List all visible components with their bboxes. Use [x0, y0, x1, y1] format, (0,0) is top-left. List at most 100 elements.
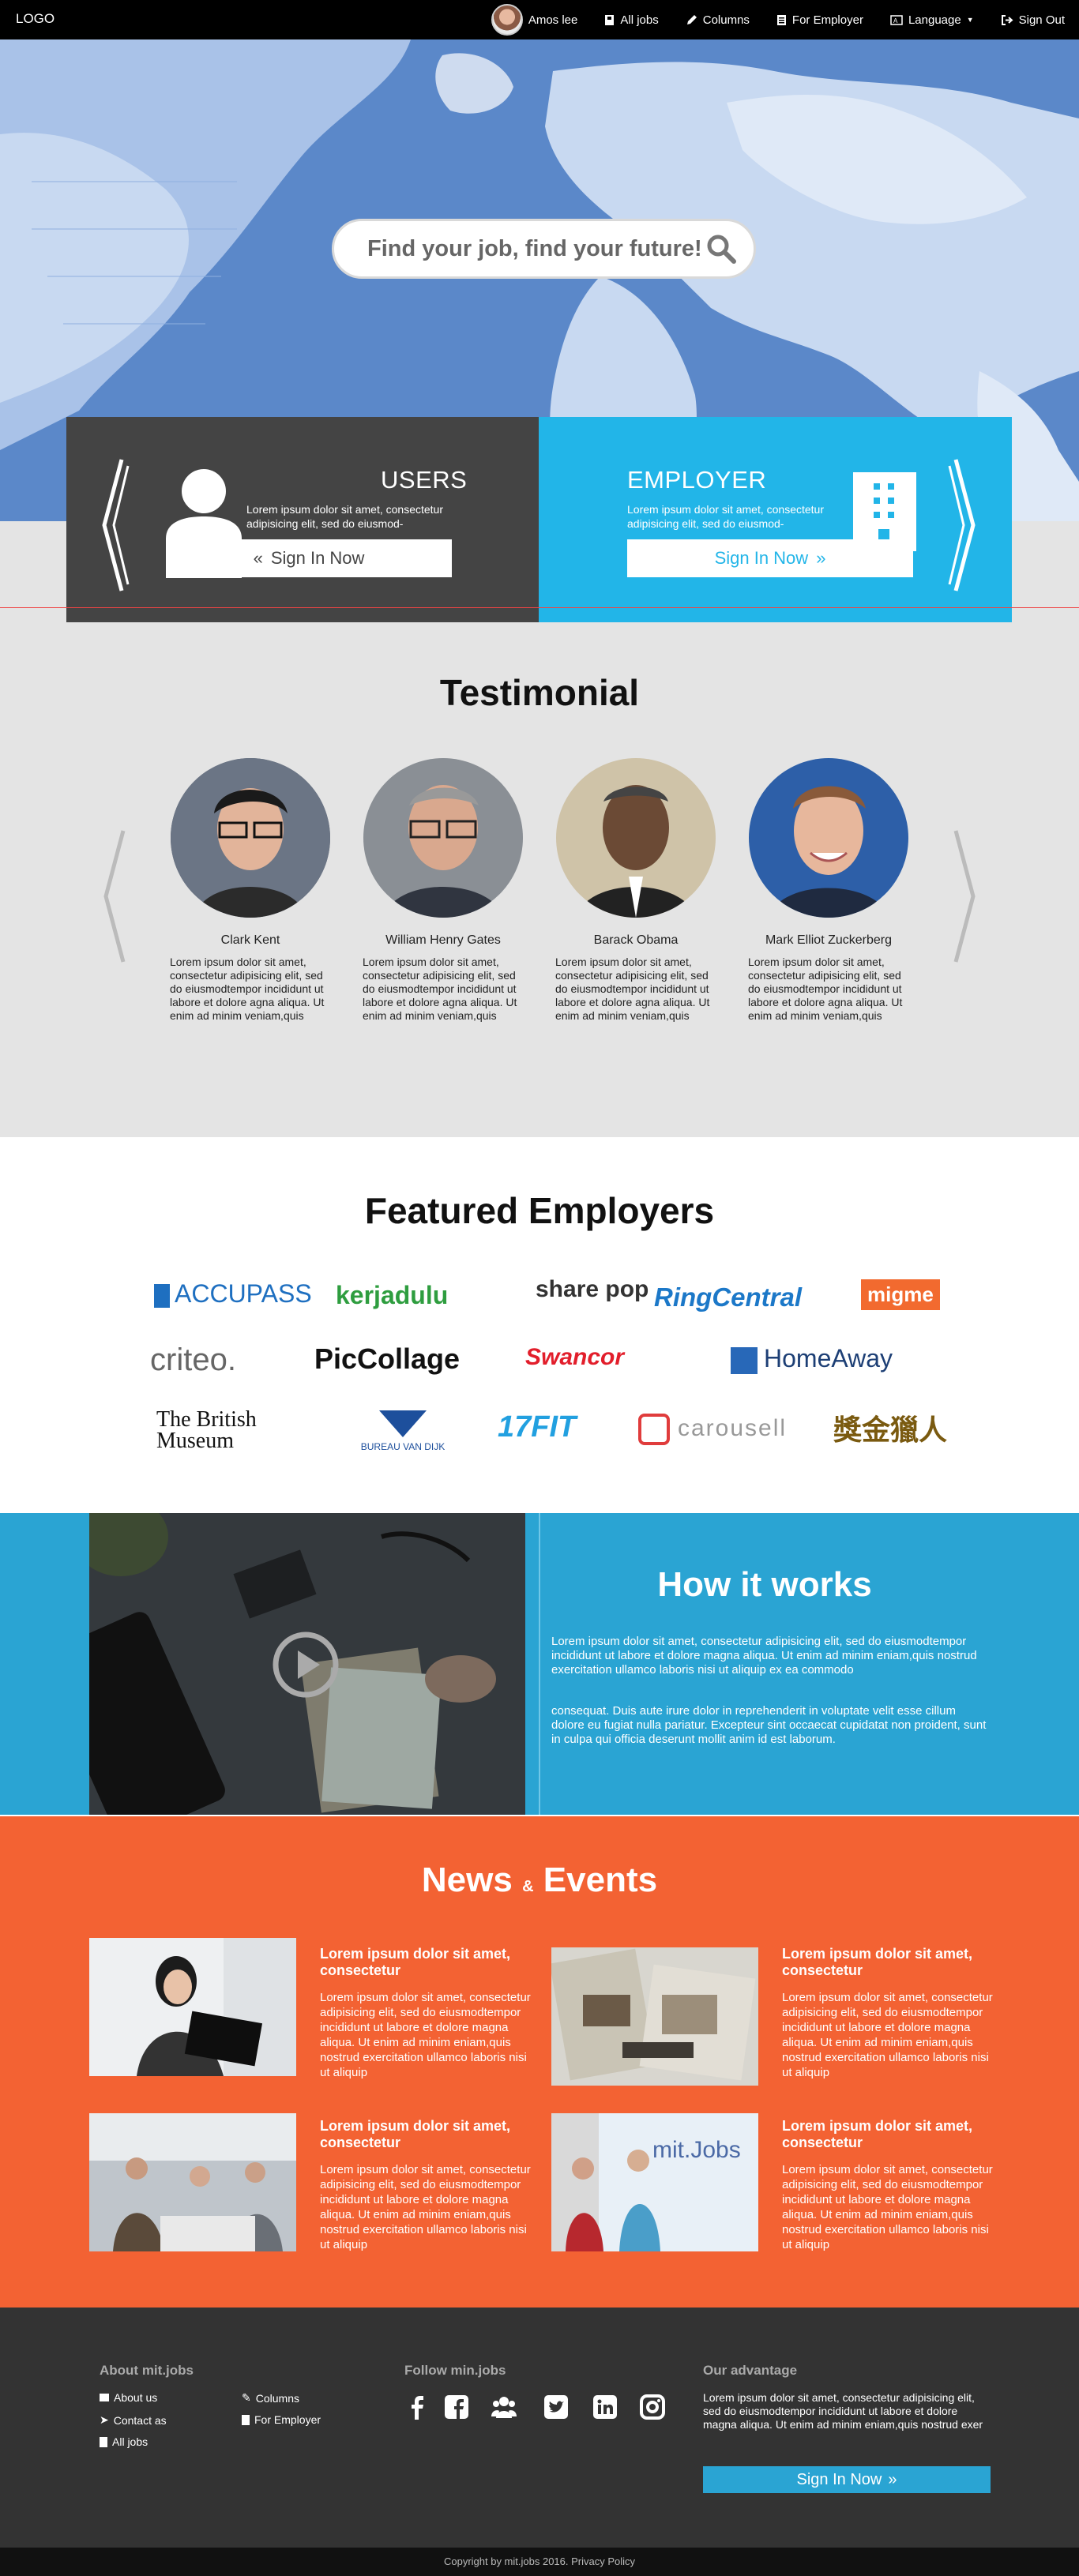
divider-line [0, 607, 1079, 608]
person-quote: Lorem ipsum dolor sit amet, consectetur … [748, 956, 903, 1022]
group-icon[interactable] [491, 2394, 517, 2420]
person-photo [556, 758, 716, 918]
person-photo [363, 758, 523, 918]
double-chevron-right-icon: » [816, 548, 826, 568]
footer: About mit.jobs About us ✎ Columns ➤ Contac… [0, 2308, 1079, 2548]
testimonial-card: Clark Kent Lorem ipsum dolor sit amet, c… [164, 758, 337, 1023]
top-navbar: LOGO Amos lee All jobs Columns For Emplo… [0, 0, 1079, 39]
employer-sign-in-label: Sign In Now [714, 548, 809, 568]
svg-text:mit.Jobs: mit.Jobs [652, 2137, 741, 2163]
news-image[interactable] [89, 2113, 296, 2251]
footer-sign-in-button[interactable]: Sign In Now » [703, 2466, 991, 2493]
search-input[interactable]: Find your job, find your future! [352, 236, 706, 262]
users-title: USERS [381, 466, 468, 494]
employer-logo[interactable]: RingCentral [654, 1282, 802, 1312]
footer-link-all-jobs[interactable]: All jobs [100, 2435, 148, 2448]
id-card-icon [100, 2436, 107, 2447]
news-image[interactable]: mit.Jobs [551, 2113, 758, 2251]
nav-for-employer-label: For Employer [791, 13, 863, 27]
how-paragraph-2: consequat. Duis aute irure dolor in repr… [551, 1704, 987, 1746]
employer-logo[interactable]: criteo. [150, 1342, 236, 1378]
person-name: Mark Elliot Zuckerberg [765, 933, 893, 947]
news-title: News & Events [421, 1861, 658, 1899]
footer-link-contact[interactable]: ➤ Contact as [100, 2413, 167, 2427]
footer-link-for-employer[interactable]: For Employer [242, 2413, 321, 2426]
employer-title: EMPLOYER [627, 466, 767, 494]
footer-link-about-us[interactable]: About us [100, 2391, 157, 2404]
how-title: How it works [657, 1565, 872, 1604]
chevron-right-icon[interactable] [948, 458, 979, 592]
pencil-icon: ✎ [242, 2391, 251, 2404]
testimonial-next-arrow[interactable] [953, 829, 978, 963]
news-events-section: News & Events Lorem ipsum dolor sit amet… [0, 1816, 1079, 2308]
news-item-title[interactable]: Lorem ipsum dolor sit amet, consectetur [320, 2118, 533, 2151]
chevron-left-icon[interactable] [98, 458, 130, 592]
paper-plane-icon: ➤ [100, 2413, 109, 2426]
users-panel: USERS Lorem ipsum dolor sit amet, consec… [66, 417, 539, 622]
svg-text:A: A [893, 17, 898, 24]
employer-logo[interactable]: 獎金獵人 [833, 1407, 947, 1448]
bvd-mark [379, 1410, 427, 1437]
pencil-icon [686, 14, 697, 24]
nav-all-jobs-label: All jobs [620, 13, 659, 27]
linkedin-icon[interactable] [592, 2394, 618, 2420]
instagram-icon[interactable] [640, 2394, 665, 2420]
play-icon[interactable] [271, 1630, 340, 1699]
document-icon [242, 2414, 250, 2425]
employer-logo[interactable]: Swancor [525, 1344, 624, 1371]
caret-down-icon: ▼ [966, 16, 974, 24]
facebook-icon[interactable] [404, 2394, 430, 2420]
id-card-icon [605, 14, 615, 25]
footer-follow-title: Follow min.jobs [404, 2363, 506, 2378]
employer-logo[interactable]: migme [861, 1279, 940, 1310]
person-name: Barack Obama [593, 933, 679, 947]
employer-logo[interactable]: kerjadulu [336, 1281, 448, 1310]
video-player[interactable] [89, 1513, 525, 1815]
employer-logo[interactable]: BUREAU VAN DIJK [344, 1410, 462, 1452]
person-name: William Henry Gates [385, 933, 501, 947]
news-image[interactable] [89, 1938, 296, 2076]
copyright-bar: Copyright by mit.jobs 2016. Privacy Poli… [0, 2548, 1079, 2576]
news-item-title[interactable]: Lorem ipsum dolor sit amet, consectetur [320, 1946, 533, 1979]
double-chevron-left-icon: « [253, 548, 263, 568]
news-image[interactable] [551, 1947, 758, 2086]
facebook-square-icon[interactable] [444, 2394, 469, 2420]
twitter-icon[interactable] [543, 2394, 569, 2420]
employer-logo[interactable]: ACCUPASS [154, 1279, 312, 1309]
how-divider [539, 1513, 540, 1815]
job-search-bar[interactable]: Find your job, find your future! [332, 219, 756, 279]
employers-title: Featured Employers [364, 1190, 715, 1231]
person-quote: Lorem ipsum dolor sit amet, consectetur … [555, 956, 710, 1022]
person-quote: Lorem ipsum dolor sit amet, consectetur … [363, 956, 517, 1022]
employer-logo[interactable]: carousell [638, 1414, 787, 1445]
nav-language[interactable]: A Language ▼ [890, 13, 974, 27]
news-item-text: Lorem ipsum dolor sit amet, consectetur … [782, 2163, 993, 2251]
double-chevron-right-icon: » [888, 2470, 897, 2488]
employer-sign-in-button[interactable]: Sign In Now » [627, 539, 913, 577]
nav-columns-label: Columns [702, 13, 750, 27]
employer-logo[interactable]: share pop [536, 1276, 649, 1303]
employer-logo[interactable]: The British Museum [156, 1409, 291, 1452]
news-item-title[interactable]: Lorem ipsum dolor sit amet, consectetur [782, 1946, 995, 1979]
users-sign-in-label: Sign In Now [270, 548, 365, 568]
nav-all-jobs[interactable]: All jobs [604, 13, 659, 27]
how-it-works-section: How it works Lorem ipsum dolor sit amet,… [0, 1513, 1079, 1815]
news-item-title[interactable]: Lorem ipsum dolor sit amet, consectetur [782, 2118, 995, 2151]
employer-logo[interactable]: PicCollage [314, 1342, 460, 1376]
person-photo [171, 758, 330, 918]
nav-for-employer[interactable]: For Employer [776, 13, 863, 27]
nav-columns[interactable]: Columns [686, 13, 750, 27]
employer-logo[interactable]: HomeAway [731, 1344, 893, 1374]
users-sign-in-button[interactable]: « Sign In Now [166, 539, 452, 577]
employer-logo[interactable]: 17FIT [498, 1410, 576, 1444]
logo[interactable]: LOGO [16, 11, 55, 27]
testimonial-card: Barack Obama Lorem ipsum dolor sit amet,… [549, 758, 723, 1023]
nav-sign-out[interactable]: Sign Out [1001, 13, 1065, 27]
person-photo [749, 758, 908, 918]
footer-link-columns[interactable]: ✎ Columns [242, 2391, 299, 2405]
user-menu[interactable]: Amos lee [491, 4, 578, 36]
testimonial-prev-arrow[interactable] [101, 829, 126, 963]
search-icon[interactable] [706, 234, 736, 264]
user-name: Amos lee [528, 13, 578, 27]
nav-language-label: Language [908, 13, 961, 27]
